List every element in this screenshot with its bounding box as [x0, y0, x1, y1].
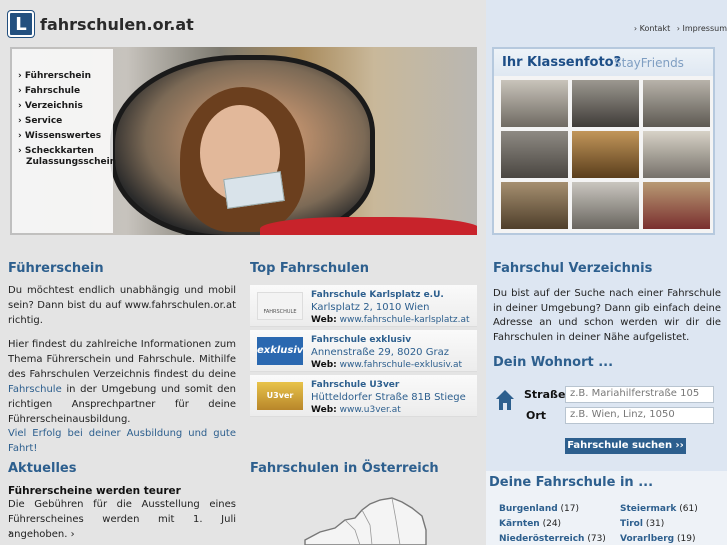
austria-outline	[304, 497, 427, 545]
fahrschule-address: Karlsplatz 2, 1010 Wien	[311, 302, 430, 313]
region-item[interactable]: Vorarlberg (19)	[620, 532, 698, 545]
menu-item-wissenswertes[interactable]: › Wissenswertes	[18, 129, 113, 144]
regions-left: Burgenland (17) Kärnten (24) Niederöster…	[499, 502, 606, 545]
class-photo-grid	[501, 80, 710, 229]
stayfriends-logo: StayFriends	[614, 56, 684, 70]
region-count: (24)	[542, 519, 562, 529]
news-text: Die Gebühren für die Ausstellung eines F…	[8, 499, 236, 540]
web-label: Web:	[311, 405, 337, 415]
fuehrerschein-intro: Du möchtest endlich unabhängig und mobil…	[8, 285, 236, 326]
menu-item-fahrschule[interactable]: › Fahrschule	[18, 84, 113, 99]
search-fahrschule-button[interactable]: Fahrschule suchen ››	[565, 438, 686, 454]
class-photo	[501, 182, 568, 229]
fahrschule-name[interactable]: Fahrschule exklusiv	[311, 335, 411, 345]
street-input[interactable]: z.B. Mariahilferstraße 105	[565, 386, 714, 403]
fahrschule-web: Web: www.u3ver.at	[311, 405, 401, 415]
region-item[interactable]: Niederösterreich (73)	[499, 532, 606, 545]
region-item[interactable]: Tirol (31)	[620, 517, 698, 532]
region-count: (19)	[677, 534, 696, 544]
web-link[interactable]: www.fahrschule-exklusiv.at	[340, 360, 462, 370]
web-label: Web:	[311, 360, 337, 370]
info-text-a: Hier findest du zahlreiche Informationen…	[8, 339, 236, 380]
klassenfoto-ad[interactable]: Ihr Klassenfoto? StayFriends	[492, 47, 715, 235]
menu-item-zulassungsschein[interactable]: Zulassungsschein	[18, 157, 116, 168]
class-photo	[572, 80, 639, 127]
class-photo	[572, 182, 639, 229]
region-item[interactable]: Burgenland (17)	[499, 502, 606, 517]
region-count: (31)	[645, 519, 665, 529]
menu-item-service[interactable]: › Service	[18, 114, 113, 129]
house-icon	[496, 390, 514, 410]
fahrschule-logo: U3ver	[257, 382, 303, 410]
oesterreich-heading: Fahrschulen in Österreich	[250, 461, 439, 476]
fahrschule-address: Annenstraße 29, 8020 Graz	[311, 347, 449, 358]
fahrschule-logo: exklusiv	[257, 337, 303, 365]
good-luck-text: Viel Erfolg bei deiner Ausbildung und gu…	[8, 428, 236, 454]
fahrschule-address: Hütteldorfer Straße 81B Stiege	[311, 392, 466, 403]
menu-item-scheckkarten[interactable]: › Scheckkarten	[18, 146, 113, 157]
class-photo	[643, 80, 710, 127]
web-link[interactable]: www.u3ver.at	[340, 405, 401, 415]
red-car-graphic	[260, 217, 477, 235]
fahrschule-web: Web: www.fahrschule-karlsplatz.at	[311, 315, 470, 325]
imprint-link[interactable]: › Impressum	[677, 24, 727, 33]
web-label: Web:	[311, 315, 337, 325]
fuehrerschein-info: Hier findest du zahlreiche Informationen…	[8, 337, 236, 427]
top-links: › Kontakt › Impressum	[630, 24, 727, 33]
class-photo	[643, 131, 710, 178]
fahrschule-link[interactable]: Fahrschule	[8, 384, 62, 395]
austria-map[interactable]	[300, 490, 430, 545]
class-photo	[501, 131, 568, 178]
top-fahrschulen-heading: Top Fahrschulen	[250, 261, 369, 276]
region-name[interactable]: Burgenland	[499, 504, 558, 514]
logo-l-icon: L	[8, 11, 34, 37]
class-photo	[572, 131, 639, 178]
region-item[interactable]: Steiermark (61)	[620, 502, 698, 517]
contact-link[interactable]: › Kontakt	[634, 24, 670, 33]
wohnort-heading: Dein Wohnort ...	[493, 355, 614, 370]
web-link[interactable]: www.fahrschule-karlsplatz.at	[340, 315, 470, 325]
site-name: fahrschulen.or.at	[40, 14, 194, 34]
region-name[interactable]: Steiermark	[620, 504, 676, 514]
class-photo	[501, 80, 568, 127]
region-name[interactable]: Niederösterreich	[499, 534, 584, 544]
regions-right: Steiermark (61) Tirol (31) Vorarlberg (1…	[620, 502, 698, 545]
region-count: (73)	[587, 534, 606, 544]
ad-title: Ihr Klassenfoto?	[502, 55, 622, 70]
fahrschule-card[interactable]: exklusiv Fahrschule exklusiv Annenstraße…	[250, 330, 477, 372]
region-name[interactable]: Kärnten	[499, 519, 540, 529]
fahrschule-card[interactable]: FAHRSCHULE KARLSPLATZ Fahrschule Karlspl…	[250, 285, 477, 353]
fahrschule-web: Web: www.fahrschule-exklusiv.at	[311, 360, 462, 370]
fahrschule-name[interactable]: Fahrschule U3ver	[311, 380, 399, 390]
aktuelles-heading: Aktuelles	[8, 461, 77, 476]
street-label: Straße	[524, 388, 566, 401]
hero-menu: › Führerschein › Fahrschule › Verzeichni…	[12, 49, 116, 233]
region-item[interactable]: Kärnten (24)	[499, 517, 606, 532]
region-count: (61)	[679, 504, 698, 514]
region-name[interactable]: Vorarlberg	[620, 534, 674, 544]
class-photo	[643, 182, 710, 229]
news-more-link[interactable]: ›	[8, 526, 12, 541]
site-logo[interactable]: L fahrschulen.or.at	[8, 11, 194, 37]
fahrschule-name[interactable]: Fahrschule Karlsplatz e.U.	[311, 290, 444, 300]
top-fahrschulen-list: FAHRSCHULE KARLSPLATZ Fahrschule Karlspl…	[250, 285, 477, 420]
region-count: (17)	[560, 504, 580, 514]
fahrschule-logo: FAHRSCHULE KARLSPLATZ	[257, 292, 303, 353]
fuehrerschein-heading: Führerschein	[8, 261, 104, 276]
verzeichnis-heading: Fahrschul Verzeichnis	[493, 261, 653, 276]
city-input[interactable]: z.B. Wien, Linz, 1050	[565, 407, 714, 424]
deine-fahrschule-heading: Deine Fahrschule in ...	[489, 475, 654, 490]
fahrschule-card[interactable]: U3ver Fahrschule U3ver Hütteldorfer Stra…	[250, 375, 477, 417]
menu-item-fuehrerschein[interactable]: › Führerschein	[18, 69, 113, 84]
verzeichnis-text: Du bist auf der Suche nach einer Fahrsch…	[493, 288, 721, 343]
region-name[interactable]: Tirol	[620, 519, 643, 529]
menu-item-verzeichnis[interactable]: › Verzeichnis	[18, 99, 113, 114]
city-label: Ort	[526, 409, 547, 422]
